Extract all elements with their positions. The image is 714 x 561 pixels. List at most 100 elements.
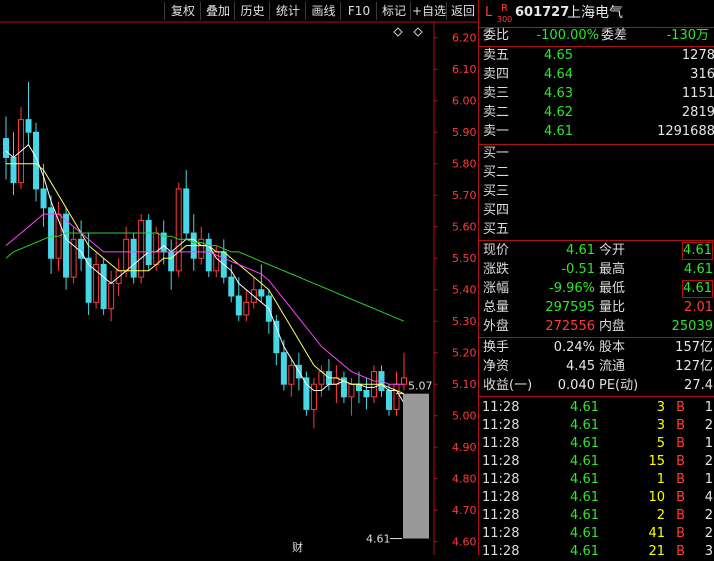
toolbar-button-7[interactable]: +自选 bbox=[410, 2, 447, 20]
y-tick-label: 5.50 bbox=[452, 252, 477, 265]
candle-body bbox=[303, 377, 310, 410]
quote-label: 涨跌 bbox=[483, 262, 510, 277]
tick-row: 11:28 4.61 10 B 4 bbox=[479, 489, 714, 507]
candle-body bbox=[273, 320, 280, 354]
candle-body bbox=[145, 219, 152, 266]
candle-body bbox=[153, 232, 160, 266]
ask-label: 卖四 bbox=[483, 67, 510, 82]
candle-body bbox=[348, 383, 355, 398]
tick-side: B bbox=[676, 436, 685, 451]
tick-price: 4.61 bbox=[570, 418, 599, 433]
tick-side: B bbox=[676, 400, 685, 415]
toolbar: 复权 叠加 历史 统计 画线 F10 标记 +自选 返回 bbox=[0, 0, 478, 22]
tick-side: B bbox=[676, 526, 685, 541]
fund-label: 收益(一) bbox=[483, 378, 533, 393]
ask-row: 卖三 4.63 1151 bbox=[479, 85, 714, 103]
quote-value: 25039 bbox=[671, 319, 713, 334]
y-tick-label: 5.90 bbox=[452, 126, 477, 139]
fund-value: 157亿 bbox=[675, 340, 713, 355]
tick-time: 11:28 bbox=[482, 472, 520, 487]
candle-body bbox=[63, 213, 70, 278]
tick-time: 11:28 bbox=[482, 436, 520, 451]
stock-header: L R 300 601727 上海电气 bbox=[479, 3, 714, 26]
candle-body bbox=[401, 377, 407, 385]
tick-side: B bbox=[676, 490, 685, 505]
weicha-value: -130万 bbox=[666, 28, 709, 43]
tick-time: 11:28 bbox=[482, 418, 520, 433]
candle-body bbox=[10, 156, 17, 184]
tick-count: 1 bbox=[704, 436, 713, 451]
tick-row: 11:28 4.61 1 B 1 bbox=[479, 471, 714, 489]
quote-row: 涨幅 -9.96% 最低 4.61 bbox=[479, 280, 714, 298]
ask-volume: 1291688 bbox=[657, 124, 714, 139]
quote-label: 今开 bbox=[599, 243, 626, 258]
tick-volume: 3 bbox=[656, 400, 665, 415]
y-tick-label: 5.70 bbox=[452, 189, 477, 202]
y-tick-label: 6.10 bbox=[452, 63, 477, 76]
market-l: L bbox=[485, 5, 493, 20]
quote-value: 4.61 bbox=[684, 262, 713, 277]
fund-value: 127亿 bbox=[675, 359, 713, 374]
tick-volume: 5 bbox=[656, 436, 665, 451]
ask-label: 卖五 bbox=[483, 48, 510, 63]
candle-body bbox=[108, 282, 115, 310]
candle-body bbox=[363, 390, 370, 398]
candle-body bbox=[168, 251, 175, 272]
tick-price: 4.61 bbox=[570, 436, 599, 451]
quote-panel: L R 300 601727 上海电气 委比 -100.00% 委差 -130万… bbox=[478, 0, 714, 559]
quote-label: 内盘 bbox=[599, 319, 626, 334]
quote-label: 最低 bbox=[599, 281, 626, 296]
quote-label: 总量 bbox=[483, 300, 510, 315]
weibi-label: 委比 bbox=[483, 28, 510, 43]
y-tick-label: 5.60 bbox=[452, 221, 477, 234]
quote-row: 涨跌 -0.51 最高 4.61 bbox=[479, 261, 714, 279]
ask-row: 卖二 4.62 2819 bbox=[479, 104, 714, 122]
candle-body bbox=[310, 383, 317, 410]
quote-value: 2.01 bbox=[684, 300, 713, 315]
quote-value: 4.61 bbox=[682, 242, 713, 260]
quote-label: 最高 bbox=[599, 262, 626, 277]
candlestick-chart[interactable]: 6.20 6.10 6.00 5.90 5.80 5.70 5.60 5.50 5.40 5.30… bbox=[0, 0, 478, 555]
toolbar-button-5[interactable]: F10 bbox=[340, 2, 377, 20]
fund-label: 换手 bbox=[483, 340, 510, 355]
tick-count: 3 bbox=[704, 544, 713, 559]
tick-side: B bbox=[676, 472, 685, 487]
candle-body bbox=[3, 138, 9, 158]
stock-code: 601727 bbox=[515, 5, 570, 20]
candle-body bbox=[123, 238, 130, 272]
bid-row: 买四 bbox=[479, 202, 714, 220]
toolbar-button-4[interactable]: 画线 bbox=[305, 2, 341, 20]
tick-time: 11:28 bbox=[482, 400, 520, 415]
ask-price: 4.64 bbox=[544, 67, 573, 82]
toolbar-button-1[interactable]: 叠加 bbox=[200, 2, 235, 20]
toolbar-button-3[interactable]: 统计 bbox=[269, 2, 306, 20]
quote-value: -9.96% bbox=[549, 281, 595, 296]
toolbar-button-6[interactable]: 标记 bbox=[376, 2, 411, 20]
fund-value: 0.040 bbox=[557, 378, 595, 393]
tick-count: 1 bbox=[704, 400, 713, 415]
y-tick-label: 6.00 bbox=[452, 95, 477, 108]
weibi-row: 委比 -100.00% 委差 -130万 bbox=[479, 27, 714, 45]
toolbar-button-8[interactable]: 返回 bbox=[446, 2, 479, 20]
candle-body bbox=[385, 390, 392, 410]
finance-marker: 财 bbox=[292, 540, 303, 554]
price-label-5-07: 5.07 bbox=[408, 380, 433, 393]
tick-count: 2 bbox=[704, 454, 713, 469]
tick-time: 11:28 bbox=[482, 526, 520, 541]
y-tick-label: 6.20 bbox=[452, 32, 477, 45]
tick-price: 4.61 bbox=[570, 526, 599, 541]
tick-time: 11:28 bbox=[482, 544, 520, 559]
price-label-4-61: 4.61 bbox=[366, 533, 391, 546]
quote-label: 外盘 bbox=[483, 319, 510, 334]
bid-label: 买五 bbox=[483, 222, 510, 237]
y-tick-label: 4.80 bbox=[452, 473, 477, 486]
ask-volume: 316 bbox=[690, 67, 714, 82]
tick-row: 11:28 4.61 3 B 2 bbox=[479, 417, 714, 435]
toolbar-button-0[interactable]: 复权 bbox=[164, 2, 201, 20]
tick-volume: 21 bbox=[648, 544, 665, 559]
diamond-icon bbox=[413, 27, 423, 37]
bid-label: 买二 bbox=[483, 165, 510, 180]
fund-row: 换手 0.24% 股本 157亿 bbox=[479, 339, 714, 357]
toolbar-button-2[interactable]: 历史 bbox=[234, 2, 270, 20]
candle-body bbox=[40, 188, 47, 209]
